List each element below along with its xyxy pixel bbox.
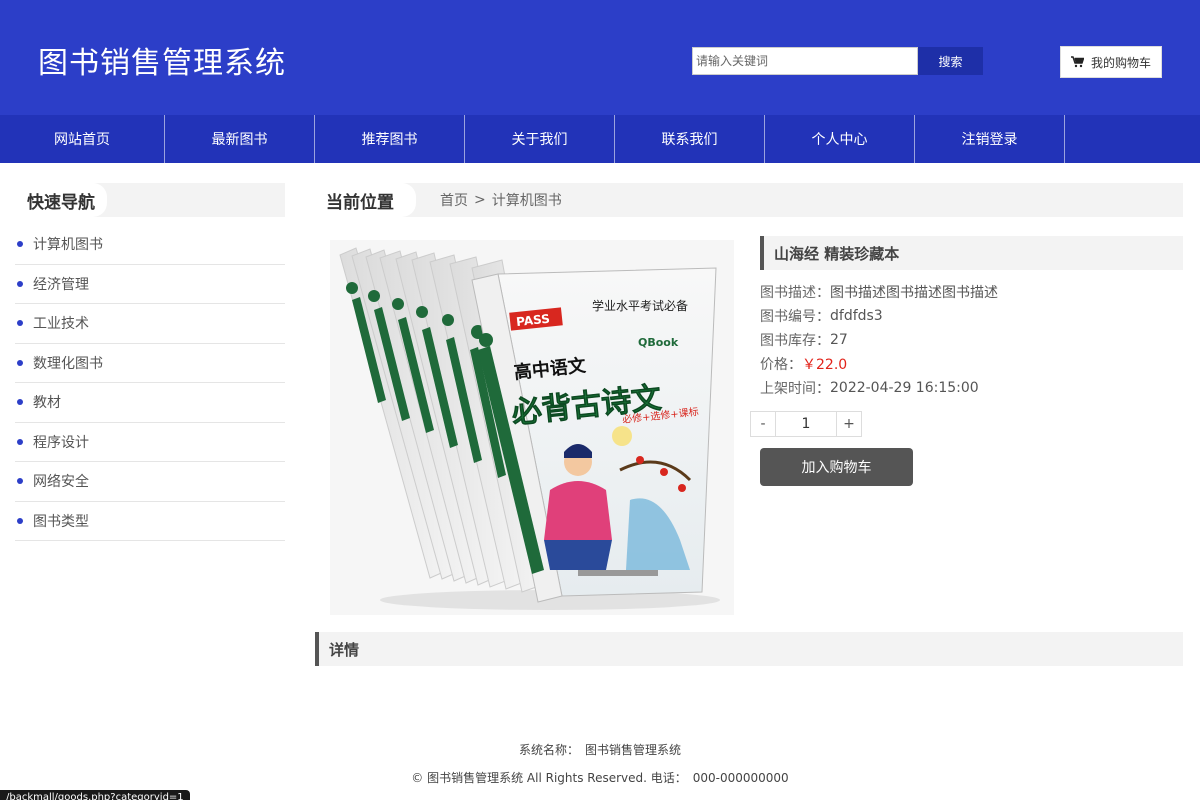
product-info: 山海经 精装珍藏本 图书描述： 图书描述图书描述图书描述 图书编号： dfdfds3…	[760, 236, 1183, 400]
category-item[interactable]: 教材	[15, 383, 285, 423]
header: 图书销售管理系统 搜索 我的购物车	[0, 0, 1200, 115]
sidebar: 快速导航 计算机图书 经济管理 工业技术 数理化图书 教材 程序设计 网络安全 …	[15, 183, 285, 541]
cart-label: 我的购物车	[1090, 55, 1151, 70]
footer-system-name: 系统名称： 图书销售管理系统	[518, 743, 681, 757]
bullet-icon	[17, 438, 23, 445]
category-label: 计算机图书	[33, 237, 103, 254]
product-time-row: 上架时间： 2022-04-29 16:15:00	[760, 376, 1183, 400]
category-label: 网络安全	[33, 474, 89, 491]
main-nav: 网站首页 最新图书 推荐图书 关于我们 联系我们 个人中心 注销登录	[0, 115, 1200, 163]
breadcrumb-current: 计算机图书	[491, 193, 562, 209]
product-description-row: 图书描述： 图书描述图书描述图书描述	[760, 280, 1183, 304]
nav-item-profile[interactable]: 个人中心	[765, 115, 915, 163]
category-list: 计算机图书 经济管理 工业技术 数理化图书 教材 程序设计 网络安全 图书类型	[15, 225, 285, 541]
breadcrumb-separator: >	[474, 192, 486, 208]
search-button[interactable]: 搜索	[918, 47, 983, 75]
bullet-icon	[17, 320, 23, 327]
product-image: PASS 学业水平考试必备 QBook 高中语文 必背古诗文 必修+选修+课标	[330, 240, 734, 615]
category-item[interactable]: 程序设计	[15, 423, 285, 462]
nav-item-home[interactable]: 网站首页	[0, 115, 165, 163]
nav-item-contact[interactable]: 联系我们	[615, 115, 765, 163]
nav-item-about[interactable]: 关于我们	[465, 115, 615, 163]
footer-copyright: © 图书销售管理系统 All Rights Reserved. 电话： 000-…	[411, 771, 789, 785]
category-item[interactable]: 网络安全	[15, 462, 285, 502]
time-value: 2022-04-29 16:15:00	[830, 380, 979, 396]
cart-button[interactable]: 我的购物车	[1060, 46, 1162, 78]
category-item[interactable]: 计算机图书	[15, 225, 285, 265]
category-label: 教材	[33, 395, 61, 412]
product-title: 山海经 精装珍藏本	[760, 236, 1183, 270]
category-label: 工业技术	[33, 316, 89, 333]
breadcrumb-title: 当前位置	[315, 183, 416, 217]
stock-label: 图书库存：	[760, 333, 830, 349]
bullet-icon	[17, 517, 23, 524]
bullet-icon	[17, 478, 23, 485]
site-title: 图书销售管理系统	[38, 46, 286, 81]
nav-item-recommended[interactable]: 推荐图书	[315, 115, 465, 163]
code-label: 图书编号：	[760, 309, 830, 325]
breadcrumb: 当前位置 首页 > 计算机图书	[315, 183, 1183, 217]
category-item[interactable]: 图书类型	[15, 502, 285, 541]
quantity-input[interactable]	[776, 411, 836, 437]
price-label: 价格：	[760, 357, 802, 373]
product-attributes: 图书描述： 图书描述图书描述图书描述 图书编号： dfdfds3 图书库存： 27 价…	[760, 280, 1183, 400]
breadcrumb-home-link[interactable]: 首页	[440, 190, 468, 210]
quantity-stepper: - +	[750, 411, 862, 437]
add-to-cart-button[interactable]: 加入购物车	[760, 448, 913, 486]
code-value: dfdfds3	[830, 308, 883, 324]
bullet-icon	[17, 359, 23, 366]
bullet-icon	[17, 241, 23, 248]
category-label: 图书类型	[33, 513, 89, 530]
category-item[interactable]: 工业技术	[15, 304, 285, 344]
description-label: 图书描述：	[760, 285, 830, 301]
cart-icon	[1070, 56, 1084, 68]
category-label: 经济管理	[33, 276, 89, 293]
product-stock-row: 图书库存： 27	[760, 328, 1183, 352]
category-item[interactable]: 数理化图书	[15, 344, 285, 383]
category-label: 程序设计	[33, 434, 89, 451]
sidebar-title: 快速导航	[15, 183, 107, 217]
search-input[interactable]	[692, 47, 918, 75]
nav-item-new-books[interactable]: 最新图书	[165, 115, 315, 163]
bullet-icon	[17, 399, 23, 406]
category-item[interactable]: 经济管理	[15, 265, 285, 304]
breadcrumb-path: 首页 > 计算机图书	[440, 183, 562, 217]
product-price-row: 价格： ￥22.0	[760, 352, 1183, 376]
quantity-plus-button[interactable]: +	[836, 411, 862, 437]
description-value: 图书描述图书描述图书描述	[830, 285, 998, 301]
bullet-icon	[17, 280, 23, 287]
cover-brand: QBook	[638, 336, 679, 349]
product-code-row: 图书编号： dfdfds3	[760, 304, 1183, 328]
stock-value: 27	[830, 332, 848, 348]
details-heading: 详情	[315, 632, 1183, 666]
quantity-minus-button[interactable]: -	[750, 411, 776, 437]
time-label: 上架时间：	[760, 381, 830, 397]
nav-item-logout[interactable]: 注销登录	[915, 115, 1065, 163]
price-value: ￥22.0	[802, 357, 848, 373]
cover-top-text: 学业水平考试必备	[592, 298, 688, 313]
sidebar-header: 快速导航	[15, 183, 285, 217]
status-bar-url: /backmall/goods.php?categoryid=1	[0, 790, 190, 800]
category-label: 数理化图书	[33, 355, 103, 372]
